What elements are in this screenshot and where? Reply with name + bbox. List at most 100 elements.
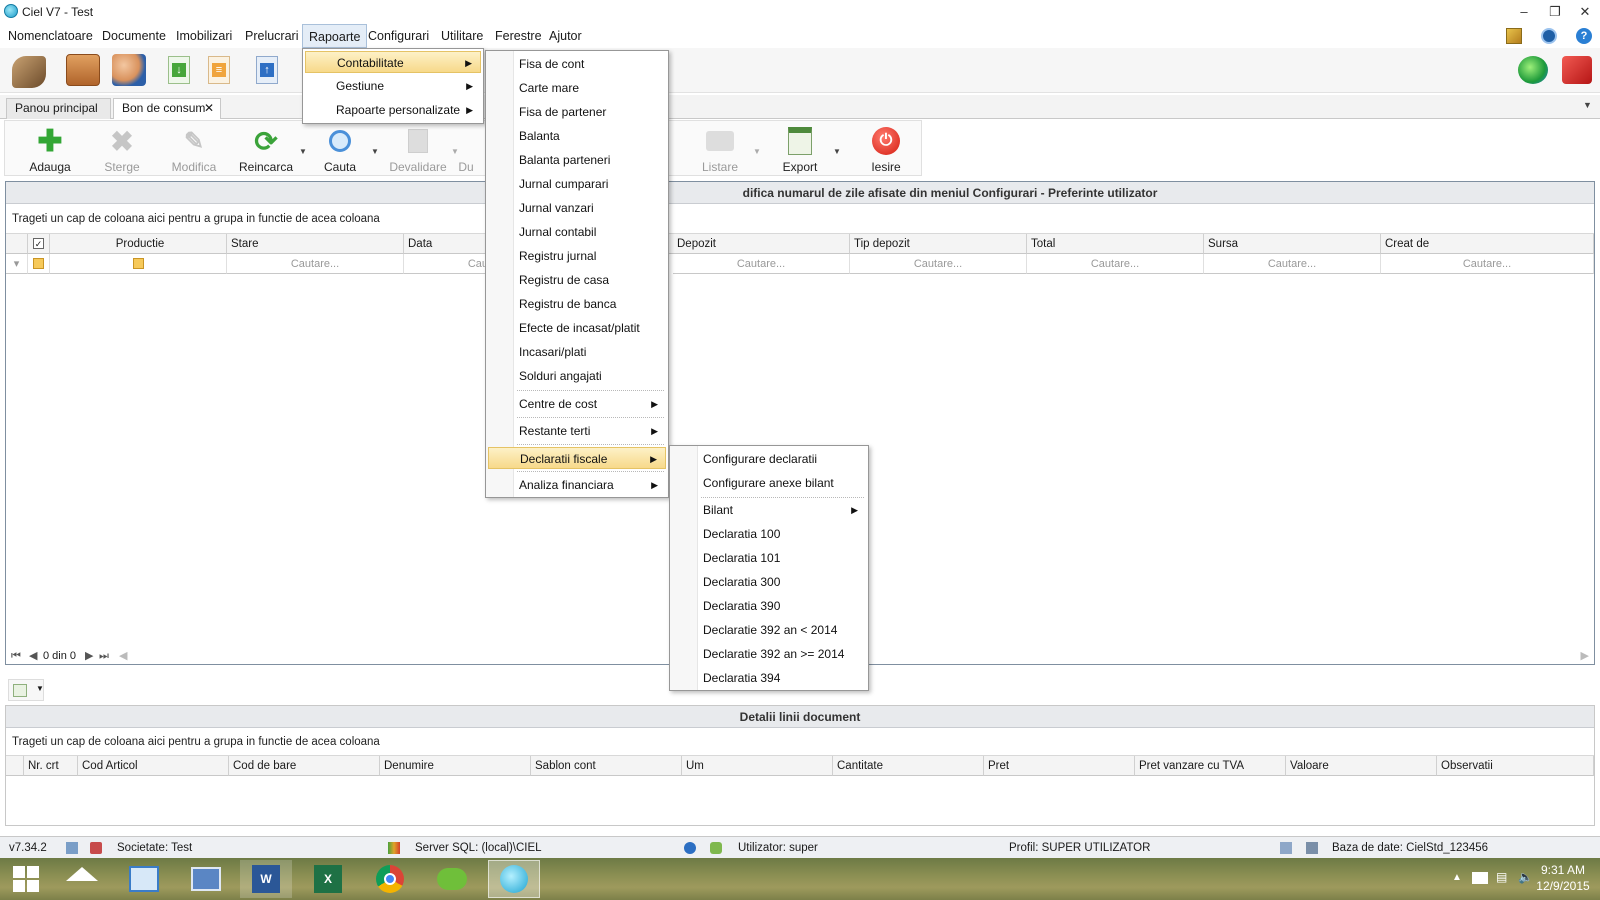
filter-stare[interactable]: Cautare... bbox=[227, 254, 404, 274]
menu-declaratie-392-from-2014[interactable]: Declaratie 392 an >= 2014 bbox=[672, 643, 866, 665]
menu-jurnal-contabil[interactable]: Jurnal contabil bbox=[488, 221, 666, 243]
handshake-icon[interactable] bbox=[12, 56, 46, 88]
list-document-icon[interactable]: ≡ bbox=[208, 56, 230, 84]
grid-tools-icon[interactable] bbox=[1506, 28, 1522, 44]
users-icon[interactable] bbox=[112, 54, 146, 86]
export-button[interactable]: Export bbox=[765, 121, 835, 177]
menu-declaratii-fiscale[interactable]: Declaratii fiscale ▶ bbox=[488, 447, 666, 469]
clock[interactable]: 9:31 AM 12/9/2015 bbox=[1530, 862, 1596, 894]
menu-contabilitate[interactable]: Contabilitate ▶ bbox=[305, 51, 481, 73]
print-button[interactable]: Listare bbox=[685, 121, 755, 177]
details-col-pret-vanzare-tva[interactable]: Pret vanzare cu TVA bbox=[1135, 756, 1286, 776]
column-productie[interactable]: Productie bbox=[50, 234, 227, 254]
details-col-cod-articol[interactable]: Cod Articol bbox=[78, 756, 229, 776]
filter-creat-de[interactable]: Cautare... bbox=[1381, 254, 1594, 274]
ciel-taskbar-icon[interactable] bbox=[488, 860, 540, 898]
menu-fisa-de-cont[interactable]: Fisa de cont bbox=[488, 53, 666, 75]
windows-start-icon[interactable] bbox=[0, 860, 52, 898]
menu-imobilizari[interactable]: Imobilizari bbox=[170, 24, 238, 48]
search-button[interactable]: Cauta bbox=[305, 121, 375, 177]
home-icon[interactable] bbox=[56, 860, 108, 898]
details-col-nr-crt[interactable]: Nr. crt bbox=[24, 756, 78, 776]
help-icon[interactable]: ? bbox=[1576, 28, 1592, 44]
details-col-cantitate[interactable]: Cantitate bbox=[833, 756, 984, 776]
add-button[interactable]: ✚ Adauga bbox=[15, 121, 85, 177]
scroll-right-icon[interactable]: ▶ bbox=[1581, 647, 1589, 665]
reload-button[interactable]: ⟳ Reincarca bbox=[231, 121, 301, 177]
menu-ferestre[interactable]: Ferestre bbox=[489, 24, 548, 48]
menu-rapoarte[interactable]: Rapoarte bbox=[302, 24, 368, 48]
menu-configurare-declaratii[interactable]: Configurare declaratii bbox=[672, 448, 866, 470]
last-page-icon[interactable]: ⏭ bbox=[99, 647, 109, 665]
print-dropdown-icon[interactable]: ▼ bbox=[753, 147, 761, 156]
devalidate-button[interactable]: Devalidare bbox=[383, 121, 453, 177]
tab-bon-de-consum[interactable]: Bon de consum ✕ bbox=[113, 98, 221, 119]
menu-declaratia-394[interactable]: Declaratia 394 bbox=[672, 667, 866, 689]
action-center-icon[interactable] bbox=[1472, 872, 1488, 884]
menu-carte-mare[interactable]: Carte mare bbox=[488, 77, 666, 99]
column-depozit[interactable]: Depozit bbox=[673, 234, 850, 254]
network-icon[interactable]: ▤ bbox=[1496, 870, 1507, 884]
search-dropdown-icon[interactable]: ▼ bbox=[371, 147, 379, 156]
filter-depozit[interactable]: Cautare... bbox=[673, 254, 850, 274]
prev-page-icon[interactable]: ◀ bbox=[29, 647, 37, 665]
duplicate-button[interactable]: Du bbox=[451, 121, 481, 177]
menu-registru-de-banca[interactable]: Registru de banca bbox=[488, 293, 666, 315]
menu-fisa-de-partener[interactable]: Fisa de partener bbox=[488, 101, 666, 123]
menu-configurare-anexe-bilant[interactable]: Configurare anexe bilant bbox=[672, 472, 866, 494]
scroll-left-icon[interactable]: ◀ bbox=[119, 647, 127, 665]
group-by-area[interactable]: Trageti un cap de coloana aici pentru a … bbox=[6, 204, 1594, 234]
import-document-icon[interactable]: ↓ bbox=[168, 56, 190, 84]
menu-documente[interactable]: Documente bbox=[96, 24, 172, 48]
filter-sursa[interactable]: Cautare... bbox=[1204, 254, 1381, 274]
next-page-icon[interactable]: ▶ bbox=[85, 647, 93, 665]
menu-efecte-incasat-platit[interactable]: Efecte de incasat/platit bbox=[488, 317, 666, 339]
chrome-icon[interactable] bbox=[364, 860, 416, 898]
ciel-logo-icon[interactable] bbox=[1562, 56, 1592, 84]
menu-balanta[interactable]: Balanta bbox=[488, 125, 666, 147]
tray-expand-icon[interactable]: ▲ bbox=[1452, 872, 1462, 883]
computer-icon[interactable] bbox=[180, 860, 232, 898]
menu-prelucrari[interactable]: Prelucrari bbox=[239, 24, 305, 48]
filter-tip-depozit[interactable]: Cautare... bbox=[850, 254, 1027, 274]
details-col-denumire[interactable]: Denumire bbox=[380, 756, 531, 776]
chat-icon[interactable] bbox=[1518, 56, 1548, 84]
filter-checkbox[interactable] bbox=[28, 254, 50, 274]
menu-utilitare[interactable]: Utilitare bbox=[435, 24, 489, 48]
first-page-icon[interactable]: ⏮ bbox=[11, 647, 21, 665]
menu-declaratie-392-before-2014[interactable]: Declaratie 392 an < 2014 bbox=[672, 619, 866, 641]
menu-centre-de-cost[interactable]: Centre de cost ▶ bbox=[488, 393, 666, 415]
filter-total[interactable]: Cautare... bbox=[1027, 254, 1204, 274]
box-icon[interactable] bbox=[66, 54, 100, 86]
menu-rapoarte-personalizate[interactable]: Rapoarte personalizate ▶ bbox=[305, 99, 481, 121]
menu-solduri-angajati[interactable]: Solduri angajati bbox=[488, 365, 666, 387]
details-col-sablon-cont[interactable]: Sablon cont bbox=[531, 756, 682, 776]
details-col-observatii[interactable]: Observatii bbox=[1437, 756, 1594, 776]
exit-button[interactable]: ⏻ Iesire bbox=[851, 121, 921, 177]
info-icon[interactable] bbox=[1541, 28, 1557, 44]
cloud-app-icon[interactable] bbox=[426, 860, 478, 898]
details-col-pret[interactable]: Pret bbox=[984, 756, 1135, 776]
menu-ajutor[interactable]: Ajutor bbox=[543, 24, 588, 48]
filter-productie[interactable] bbox=[50, 254, 227, 274]
menu-analiza-financiara[interactable]: Analiza financiara ▶ bbox=[488, 474, 666, 496]
control-panel-icon[interactable] bbox=[118, 860, 170, 898]
menu-declaratia-101[interactable]: Declaratia 101 bbox=[672, 547, 866, 569]
column-creat-de[interactable]: Creat de bbox=[1381, 234, 1594, 254]
column-stare[interactable]: Stare bbox=[227, 234, 404, 254]
details-col-valoare[interactable]: Valoare bbox=[1286, 756, 1437, 776]
word-icon[interactable]: W bbox=[240, 860, 292, 898]
upload-document-icon[interactable]: ↑ bbox=[256, 56, 278, 84]
column-tip-depozit[interactable]: Tip depozit bbox=[850, 234, 1027, 254]
menu-bilant[interactable]: Bilant ▶ bbox=[672, 499, 866, 521]
menu-declaratia-100[interactable]: Declaratia 100 bbox=[672, 523, 866, 545]
details-group-by-area[interactable]: Trageti un cap de coloana aici pentru a … bbox=[6, 728, 1594, 756]
menu-jurnal-cumparari[interactable]: Jurnal cumparari bbox=[488, 173, 666, 195]
export-dropdown-icon[interactable]: ▼ bbox=[833, 147, 841, 156]
menu-registru-de-casa[interactable]: Registru de casa bbox=[488, 269, 666, 291]
menu-configurari[interactable]: Configurari bbox=[362, 24, 435, 48]
close-tab-icon[interactable]: ✕ bbox=[204, 99, 214, 118]
tab-panou-principal[interactable]: Panou principal bbox=[6, 98, 111, 119]
close-window-button[interactable]: ✕ bbox=[1574, 3, 1596, 21]
menu-nomenclatoare[interactable]: Nomenclatoare bbox=[2, 24, 99, 48]
